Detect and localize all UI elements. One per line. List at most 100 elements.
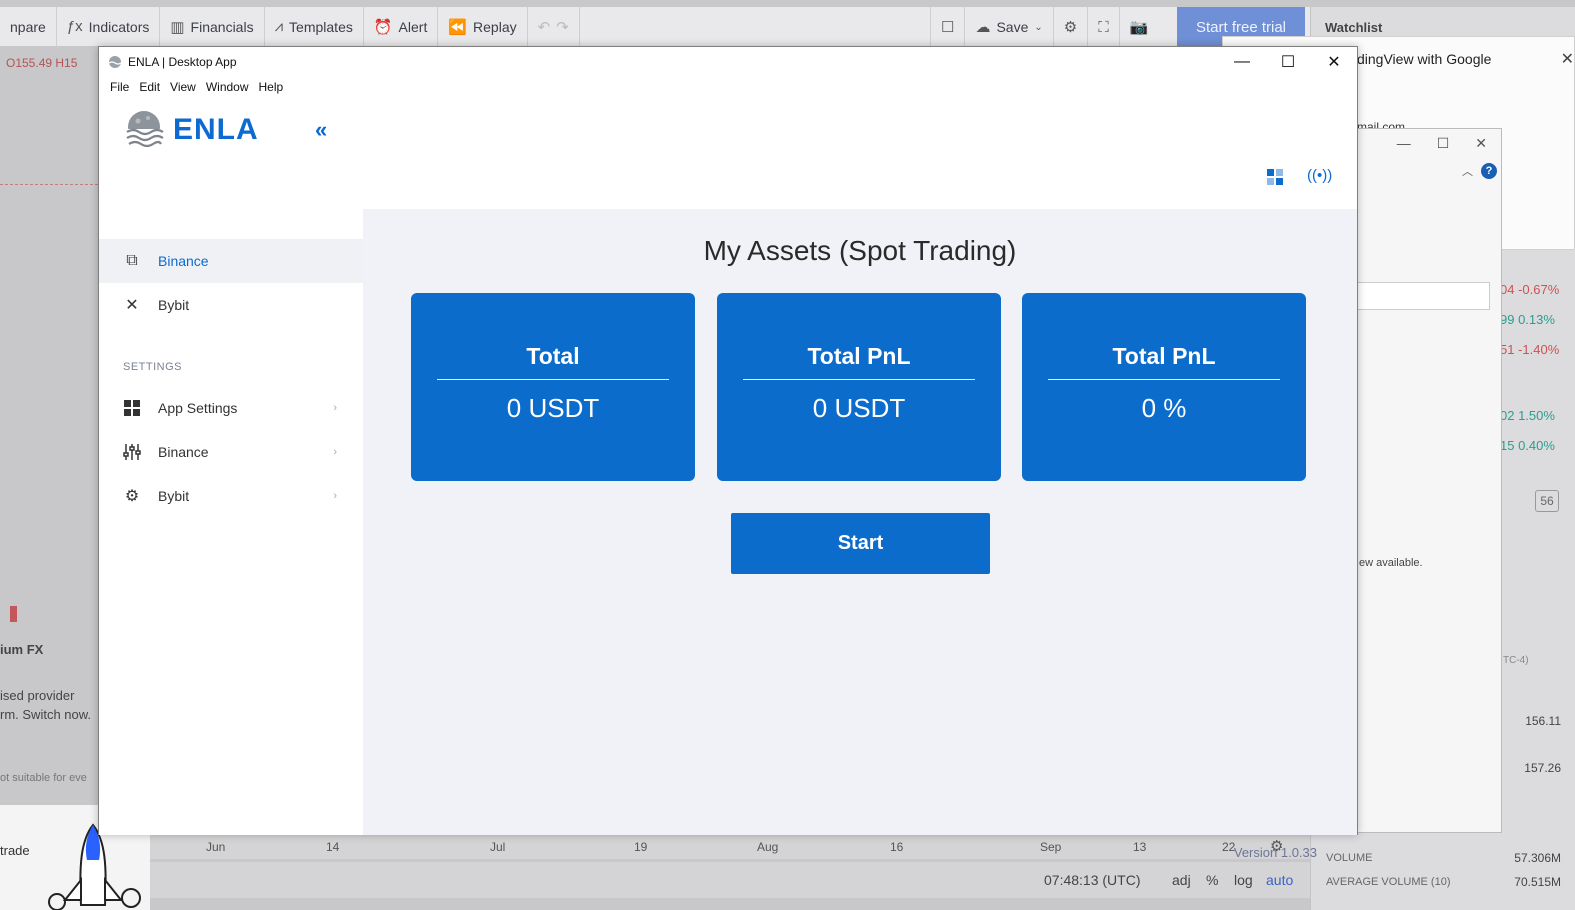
templates-label: Templates (289, 18, 353, 35)
collapse-sidebar-button[interactable]: « (315, 117, 327, 143)
watchlist-row[interactable]: 15 0.40% (1500, 438, 1555, 453)
financials-label: Financials (190, 18, 254, 35)
percent-toggle[interactable]: % (1206, 872, 1218, 888)
auto-toggle[interactable]: auto (1266, 872, 1293, 888)
axis-label: 19 (634, 840, 648, 854)
price-line (0, 184, 98, 185)
card-label: Total (526, 343, 580, 369)
watchlist-header[interactable]: Watchlist (1325, 20, 1382, 35)
card-label: Total PnL (1112, 343, 1216, 369)
menu-view[interactable]: View (165, 77, 201, 99)
axis-label: Jun (206, 840, 226, 854)
sidebar-item-app-settings[interactable]: App Settings › (99, 386, 363, 430)
layout-button[interactable]: ☐ (930, 7, 964, 47)
start-button[interactable]: Start (731, 513, 990, 574)
logo-text: ENLA (173, 113, 259, 146)
sidebar-item-bybit-settings[interactable]: ⚙ Bybit › (99, 474, 363, 518)
help-icon[interactable]: ? (1481, 163, 1497, 179)
dialog-controls: — ☐ ✕ (1397, 135, 1487, 152)
sidebar-item-label: Bybit (158, 488, 190, 504)
binance-copy-icon: ⧉ (126, 252, 138, 269)
chevron-down-icon: ⌄ (1034, 21, 1043, 33)
asset-card-total: Total 0 USDT (411, 293, 695, 481)
top-bar: ((•)) (363, 99, 1357, 209)
card-value: 0 % (1141, 393, 1187, 423)
compare-button[interactable]: npare (0, 6, 57, 47)
sidebar: ENLA « ⧉ Binance ✕ Bybit SETTINGS App Se… (99, 99, 363, 835)
close-button[interactable]: ✕ (1311, 47, 1357, 77)
menu-file[interactable]: File (105, 77, 134, 99)
menu-edit[interactable]: Edit (134, 77, 165, 99)
axis-label: Jul (490, 840, 506, 854)
undo-redo-group[interactable]: ↶ ↷ (528, 6, 580, 47)
save-button[interactable]: ☁ Save ⌄ (964, 7, 1052, 47)
asset-card-pnl: Total PnL 0 USDT (717, 293, 1001, 481)
maximize-button[interactable]: ☐ (1265, 47, 1311, 77)
asset-card-pnl-percent: Total PnL 0 % (1022, 293, 1306, 481)
menu-help[interactable]: Help (254, 77, 289, 99)
minimize-icon[interactable]: — (1397, 135, 1411, 152)
sidebar-item-label: Binance (158, 253, 209, 269)
gear-icon: ⚙ (124, 488, 140, 505)
candle (10, 606, 17, 622)
watchlist-change: 15 0.40% (1500, 438, 1555, 453)
indicators-button[interactable]: ƒx Indicators (57, 6, 161, 47)
chevron-right-icon: › (333, 490, 337, 502)
sidebar-item-binance[interactable]: ⧉ Binance (99, 239, 363, 283)
sidebar-item-binance-settings[interactable]: Binance › (99, 430, 363, 474)
watchlist-change: 02 1.50% (1500, 408, 1555, 423)
background-toolbar-right: ☐ ☁ Save ⌄ ⚙ ⛶ 📷 (930, 7, 1158, 47)
menu-bar: File Edit View Window Help (99, 77, 288, 99)
ohlc-readout: O155.49 H15 (6, 56, 78, 70)
grid-icon (123, 399, 141, 417)
maximize-icon: ☐ (1280, 54, 1296, 71)
window-title: ENLA | Desktop App (128, 55, 237, 69)
watchlist-change: 51 -1.40% (1500, 342, 1560, 357)
sidebar-item-bybit[interactable]: ✕ Bybit (99, 283, 363, 327)
replay-button[interactable]: ⏪ Replay (438, 6, 528, 47)
templates-button[interactable]: ⩘ Templates (265, 6, 364, 47)
menu-window[interactable]: Window (201, 77, 254, 99)
bybit-x-icon: ✕ (125, 297, 139, 314)
watchlist-row[interactable]: 99 0.13% (1500, 312, 1555, 327)
financials-button[interactable]: ▥ Financials (160, 6, 265, 47)
bar-chart-icon: ▥ (170, 18, 185, 36)
redo-icon[interactable]: ↷ (556, 18, 569, 36)
snapshot-button[interactable]: 📷 (1118, 7, 1159, 47)
cloud-icon: ☁ (975, 19, 991, 36)
main-content: ((•)) My Assets (Spot Trading) Total 0 U… (363, 99, 1357, 860)
axis-label: 14 (326, 840, 340, 854)
square-icon: ☐ (941, 19, 955, 36)
adj-toggle[interactable]: adj (1172, 872, 1191, 888)
settings-button[interactable]: ⚙ (1052, 7, 1087, 47)
dialog-input[interactable] (1353, 282, 1490, 310)
alert-button[interactable]: ⏰ Alert (364, 6, 439, 47)
close-icon[interactable]: ✕ (1561, 49, 1574, 69)
sidebar-item-label: Binance (158, 444, 209, 460)
axis-label: 13 (1133, 840, 1147, 854)
card-value: 0 USDT (506, 393, 600, 423)
title-bar[interactable]: ENLA | Desktop App — ☐ ✕ (99, 47, 1357, 77)
maximize-icon[interactable]: ☐ (1437, 135, 1450, 152)
clock-readout: 07:48:13 (UTC) (1044, 872, 1141, 888)
watchlist-row[interactable]: 04 -0.67% (1500, 282, 1559, 297)
watchlist-row[interactable]: 02 1.50% (1500, 408, 1555, 423)
watchlist-row[interactable]: 51 -1.40% (1500, 342, 1559, 357)
connection-signal-icon[interactable]: ((•)) (1307, 167, 1332, 184)
promo-text: trade (0, 843, 30, 858)
google-popup-title: dingView with Google (1357, 51, 1492, 67)
fullscreen-button[interactable]: ⛶ (1087, 7, 1119, 47)
chevron-up-icon[interactable]: ︿ (1462, 163, 1473, 179)
log-toggle[interactable]: log (1234, 872, 1253, 888)
stat-label: VOLUME (1326, 852, 1373, 864)
minimize-button[interactable]: — (1219, 47, 1265, 77)
dashboard-grid-icon[interactable] (1267, 169, 1283, 185)
undo-icon[interactable]: ↶ (538, 18, 551, 36)
enla-window: ENLA | Desktop App — ☐ ✕ File Edit View … (98, 46, 1358, 860)
chevron-right-icon: › (333, 402, 337, 414)
close-icon[interactable]: ✕ (1475, 135, 1487, 152)
watchlist-change: 04 -0.67% (1500, 282, 1560, 297)
gear-icon: ⚙ (1063, 19, 1078, 36)
fx-icon: ƒx (66, 18, 83, 35)
indicators-label: Indicators (88, 18, 150, 35)
